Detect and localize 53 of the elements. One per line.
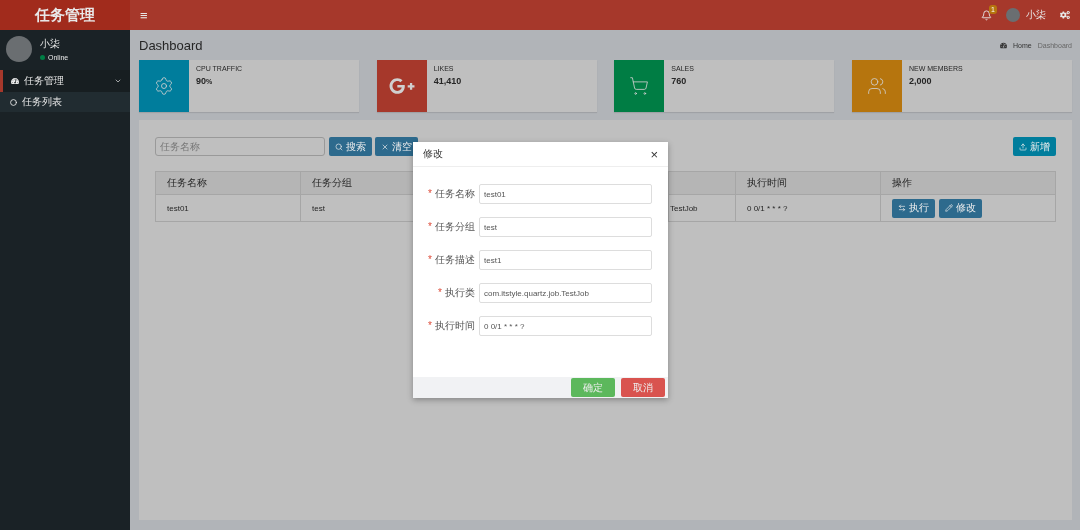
field-label: * 任务名称 (427, 187, 476, 201)
column-header: 操作 (892, 177, 912, 188)
stat-value: 41,410 (433, 76, 462, 86)
circle-icon (10, 98, 17, 106)
user-name: 小柒 (40, 37, 61, 51)
column-header: 任务名称 (167, 177, 207, 188)
close-icon (381, 142, 389, 151)
settings-icon[interactable] (1060, 10, 1070, 20)
menu-icon[interactable]: ≡ (140, 7, 148, 23)
input-field[interactable]: test1 (479, 250, 652, 270)
input-field[interactable]: test (479, 217, 652, 237)
table-cell: 0 0/1 * * * ? (747, 203, 788, 213)
table-cell: test (312, 203, 325, 213)
field-label: * 执行时间 (427, 319, 476, 333)
gear-icon (154, 76, 174, 96)
dashboard-icon (1000, 42, 1008, 49)
edit-button[interactable]: 修改 (939, 198, 982, 218)
field-label: * 任务描述 (427, 253, 476, 267)
arrows-icon (898, 204, 906, 212)
input-field[interactable]: 0 0/1 * * * ? (479, 316, 652, 336)
submenu-item[interactable]: 任务列表 (0, 92, 130, 112)
upload-icon (1019, 142, 1027, 151)
chevron-icon (114, 77, 122, 85)
cart-icon (629, 76, 650, 96)
pencil-icon (945, 204, 953, 212)
app-title: 任务管理 (0, 0, 130, 30)
search-button[interactable]: 搜索 (329, 137, 372, 156)
input-field[interactable]: test01 (479, 184, 652, 204)
stat-value: 2,000 (908, 76, 933, 86)
add-button[interactable]: 新增 (1013, 137, 1056, 156)
dashboard-icon (11, 77, 19, 85)
page-title: Dashboard (139, 38, 203, 53)
column-header: 任务分组 (312, 177, 352, 188)
field-label: * 任务分组 (427, 220, 476, 234)
table-cell: TestJob (670, 203, 698, 213)
column-header: 执行时间 (747, 177, 787, 188)
table-cell: test01 (167, 203, 189, 213)
stat-value: 760 (671, 76, 688, 86)
clear-button[interactable]: 清空 (375, 137, 418, 156)
field-label: * 执行类 (437, 286, 476, 300)
dialog-title: 修改 (423, 147, 443, 161)
user-name[interactable]: 小柒 (1026, 8, 1046, 22)
run-button[interactable]: 执行 (892, 198, 935, 218)
avatar (6, 36, 32, 62)
cancel-button[interactable]: 取消 (621, 378, 665, 397)
search-field[interactable]: 任务名称 (155, 137, 325, 156)
members-icon (866, 76, 887, 96)
bell-icon[interactable] (981, 9, 992, 21)
close-button[interactable]: × (650, 146, 658, 162)
menu-item[interactable]: 任务管理 (0, 70, 130, 92)
search-icon (335, 142, 343, 151)
input-field[interactable]: com.itstyle.quartz.job.TestJob (479, 283, 652, 303)
status-dot (40, 55, 45, 60)
